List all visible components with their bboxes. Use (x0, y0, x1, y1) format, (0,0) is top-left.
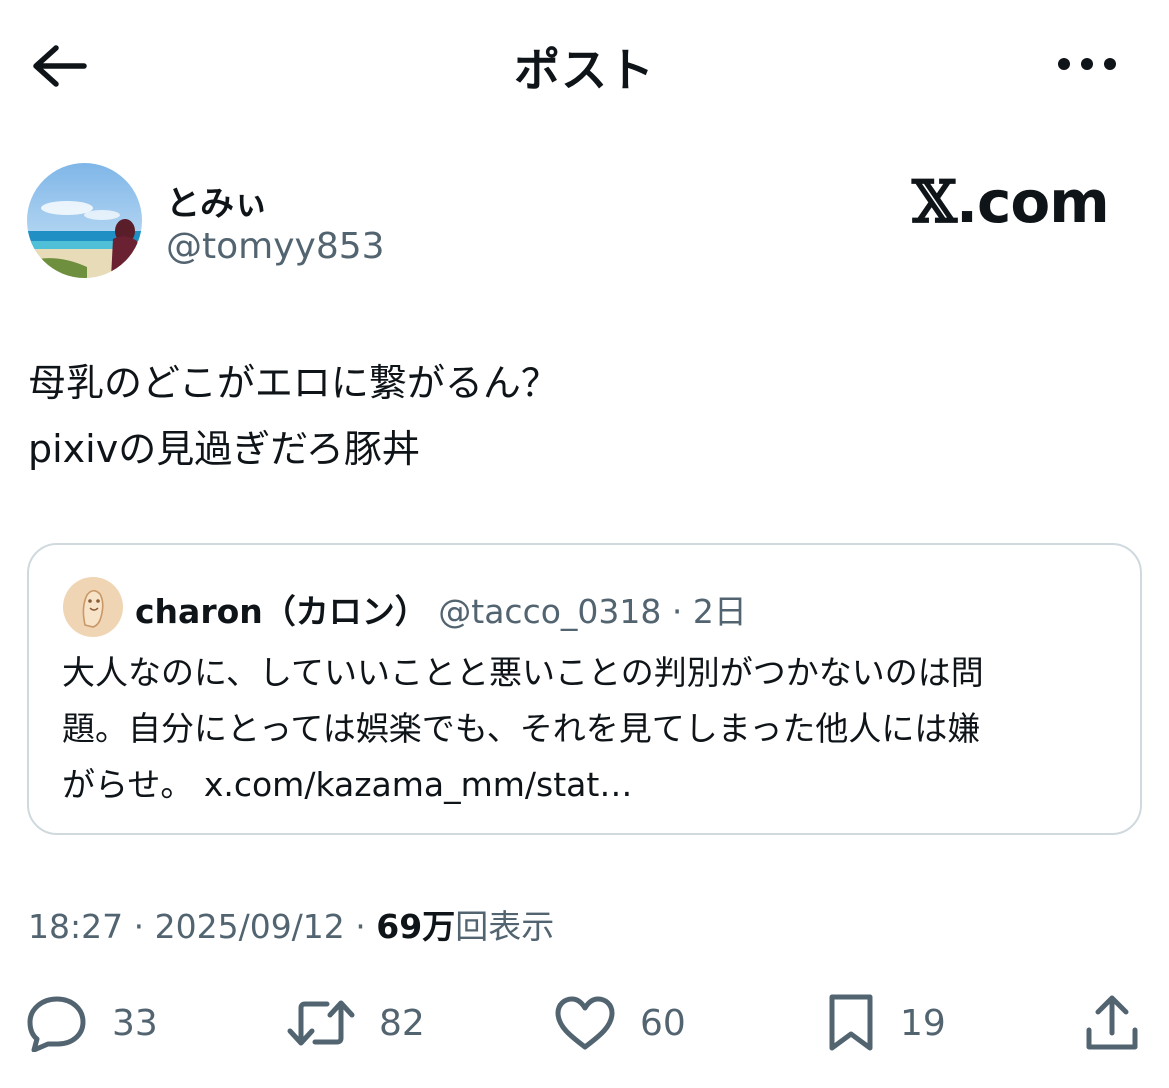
post-meta: 18:27 · 2025/09/12 · 69万回表示 (28, 900, 554, 948)
quote-text-line: 題。自分にとっては娯楽でも、それを見てしまった他人には嫌 (62, 709, 981, 748)
quote-text-line: 大人なのに、していいことと悪いことの判別がつかないのは問 (62, 653, 984, 692)
quote-author-handle: @tacco_0318 (438, 592, 662, 631)
heart-icon (555, 996, 615, 1050)
repost-count: 82 (379, 1002, 425, 1044)
quote-author-name: charon（カロン） (135, 592, 428, 631)
author-display-name[interactable]: とみぃ (166, 176, 268, 225)
author-avatar[interactable] (27, 163, 142, 278)
tweet-text-line: pixivの見過ぎだろ豚丼 (28, 427, 420, 471)
more-horizontal-icon (1058, 58, 1116, 70)
more-button[interactable] (1052, 44, 1122, 84)
quoted-post-card[interactable]: charon（カロン） @tacco_0318 · 2日 大人なのに、していいこ… (27, 543, 1142, 835)
views-count: 69万 (376, 907, 456, 946)
tweet-text: 母乳のどこがエロに繋がるん？ pixivの見過ぎだろ豚丼 (28, 350, 1138, 482)
tweet-text-line: 母乳のどこがエロに繋がるん？ (28, 361, 559, 405)
x-com-watermark: 𝕏.com (912, 168, 1110, 236)
like-count: 60 (640, 1002, 686, 1044)
share-button[interactable] (1084, 990, 1140, 1056)
post-date: 2025/09/12 (154, 907, 345, 946)
quote-text: 大人なのに、していいことと悪いことの判別がつかないのは問 題。自分にとっては娯楽… (62, 645, 1122, 813)
repost-button[interactable]: 82 (287, 990, 425, 1056)
repost-icon (287, 1000, 355, 1046)
quote-author-avatar (63, 577, 123, 637)
like-button[interactable]: 60 (554, 990, 686, 1056)
page-title: ポスト (514, 43, 655, 97)
reply-icon (27, 996, 86, 1052)
quote-text-line: がらせ。 x.com/kazama_mm/stat… (62, 765, 633, 804)
bookmark-button[interactable]: 19 (826, 990, 946, 1056)
meta-separator: · (344, 907, 377, 946)
watermark-text: .com (956, 168, 1110, 236)
quote-separator: · (661, 592, 693, 631)
x-logo-icon: 𝕏 (912, 168, 957, 236)
author-handle[interactable]: @tomyy853 (166, 226, 385, 267)
reply-button[interactable]: 33 (26, 990, 158, 1056)
bookmark-count: 19 (900, 1002, 946, 1044)
quote-time: 2日 (692, 592, 747, 631)
post-time: 18:27 (28, 907, 124, 946)
bookmark-icon (829, 994, 873, 1051)
meta-separator: · (123, 907, 155, 946)
share-icon (1086, 995, 1138, 1050)
reply-count: 33 (112, 1002, 158, 1044)
views-label: 回表示 (455, 907, 555, 946)
quote-header: charon（カロン） @tacco_0318 · 2日 (135, 585, 747, 633)
